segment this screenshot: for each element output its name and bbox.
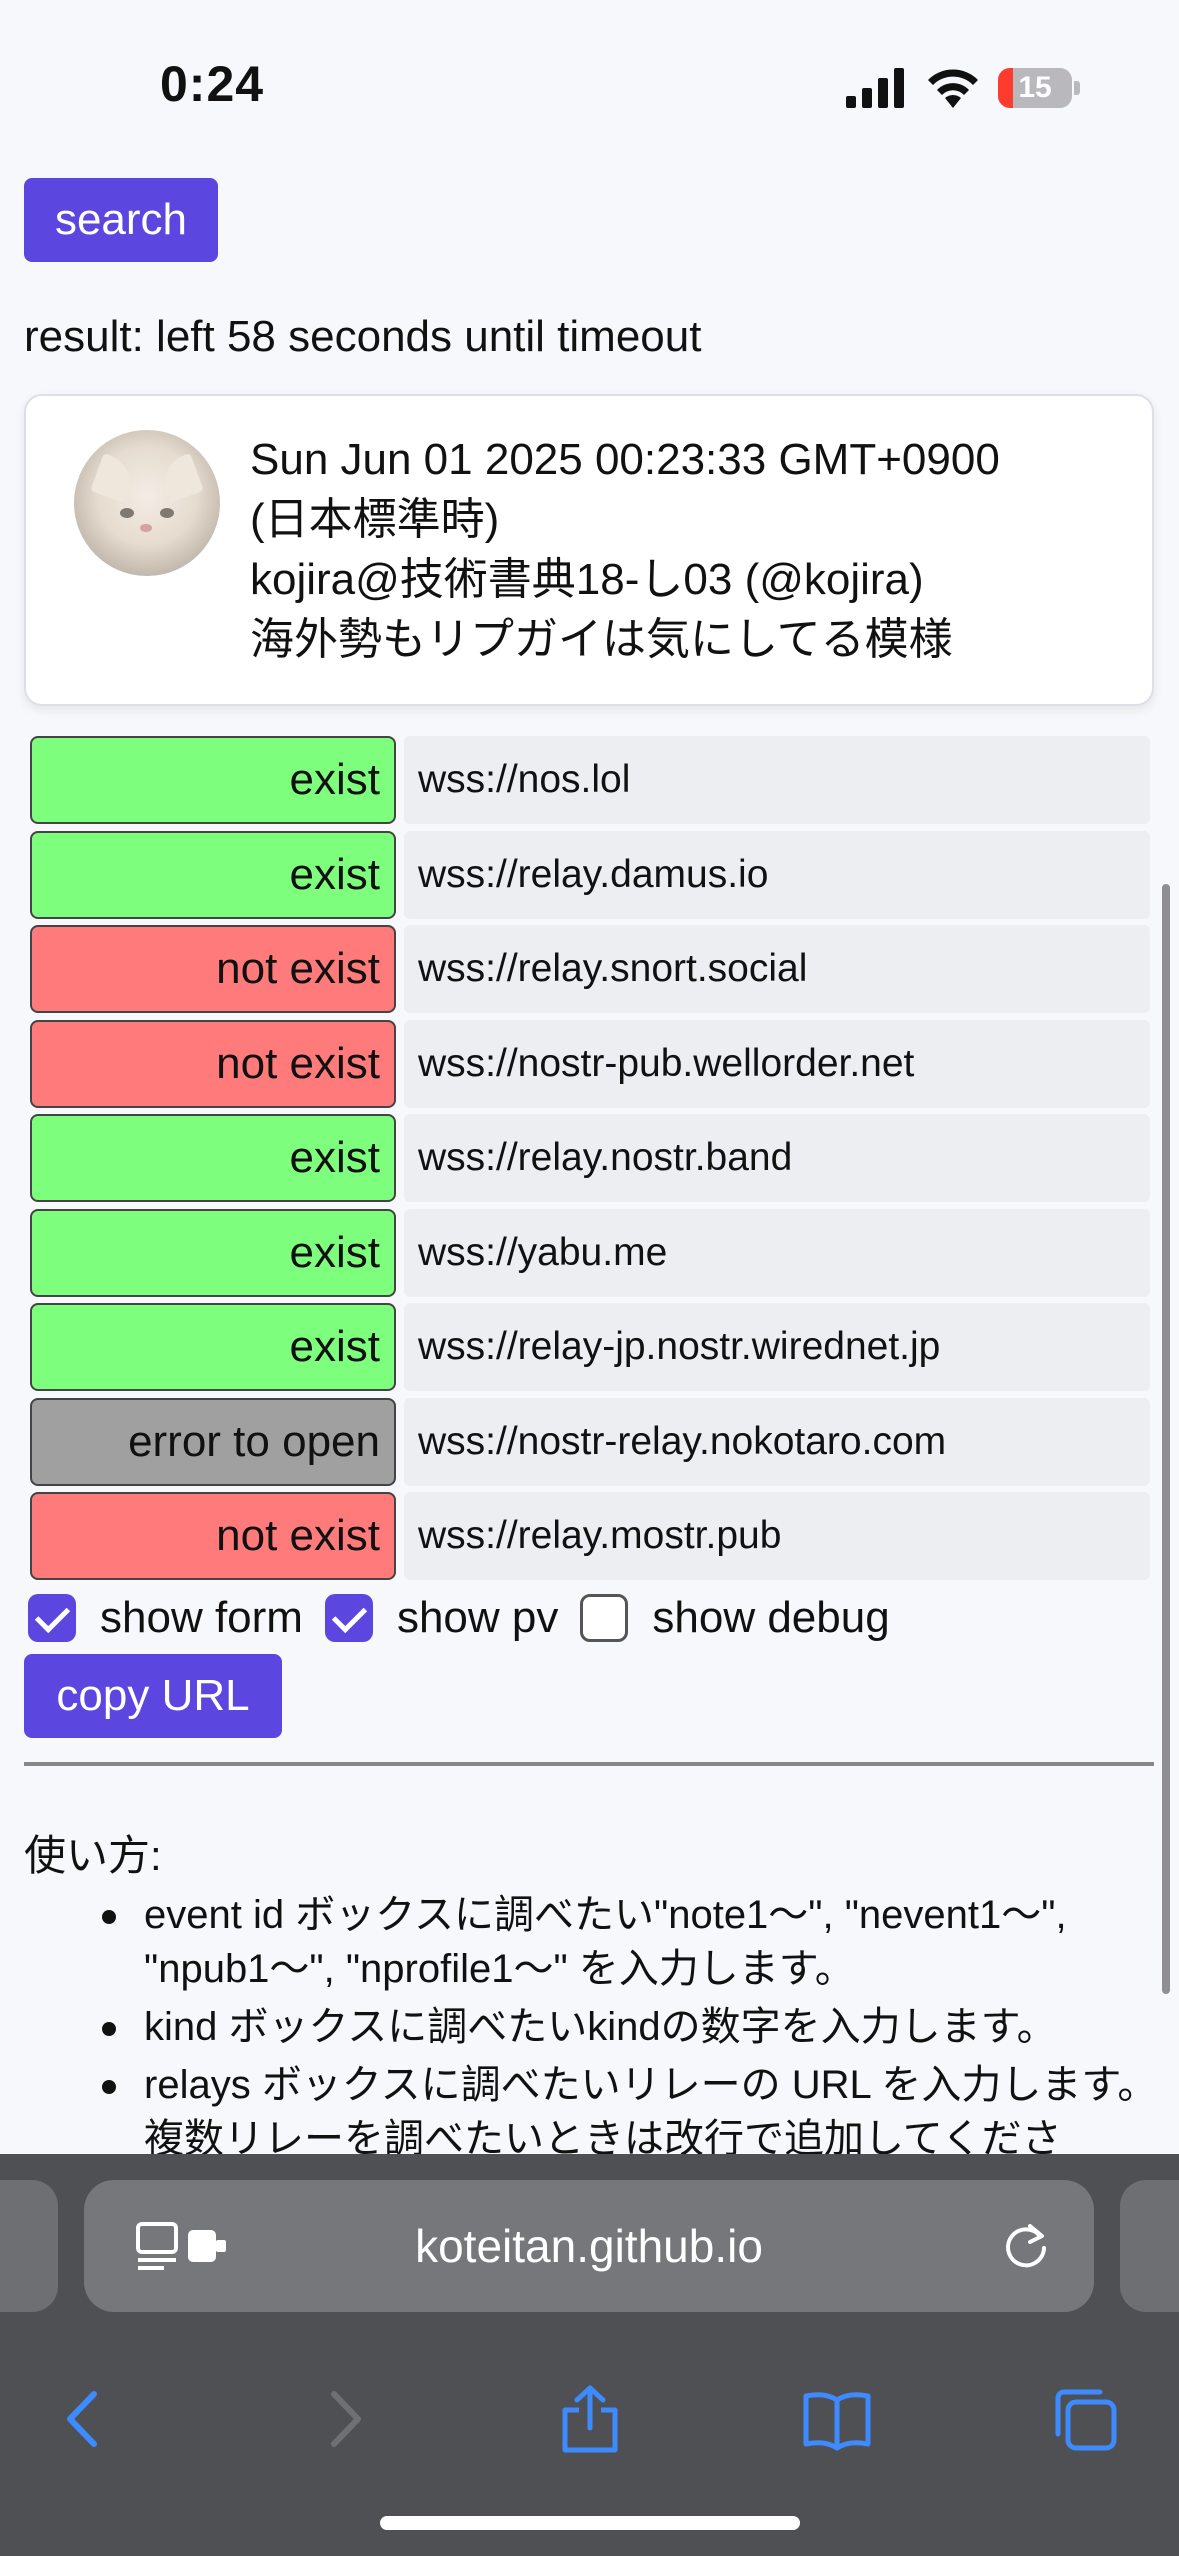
wifi-icon (928, 69, 978, 108)
relay-row: exist wss://nos.lol (28, 736, 1152, 824)
search-button[interactable]: search (24, 178, 218, 262)
status-bar: 0:24 15 (0, 0, 1179, 170)
clock: 0:24 (160, 56, 265, 112)
back-icon[interactable] (50, 2384, 120, 2454)
relay-row: not exist wss://relay.snort.social (28, 925, 1152, 1013)
howto-list: event id ボックスに調べたい"note1～", "nevent1～", … (24, 1888, 1164, 2170)
browser-toolbar: koteitan.github.io (0, 2154, 1179, 2556)
forward-icon[interactable] (308, 2384, 378, 2454)
relay-status-cell: not exist (30, 1492, 396, 1580)
relay-url-cell: wss://yabu.me (404, 1208, 1150, 1297)
relay-url-cell: wss://nostr-relay.nokotaro.com (404, 1397, 1150, 1486)
relay-url-cell: wss://relay.mostr.pub (404, 1492, 1150, 1580)
url-text: koteitan.github.io (415, 2220, 763, 2272)
bullet-icon (102, 2080, 116, 2094)
checkbox-label[interactable]: show pv (397, 1593, 558, 1643)
avatar[interactable] (74, 430, 220, 576)
howto-item-text: kind ボックスに調べたいkindの数字を入力します。 (144, 2005, 1057, 2049)
next-tab-preview[interactable] (1120, 2180, 1179, 2312)
howto-item: relays ボックスに調べたいリレーの URL を入力します。複数リレーを調べ… (24, 2058, 1164, 2166)
options-row: show form show pv show debug (28, 1588, 912, 1648)
relay-status-cell: not exist (30, 1019, 396, 1108)
relay-status-cell: error to open (30, 1397, 396, 1486)
copy-url-button[interactable]: copy URL (24, 1654, 282, 1738)
relay-url-cell: wss://nos.lol (404, 736, 1150, 824)
home-indicator (380, 2516, 800, 2530)
howto-item: event id ボックスに調べたい"note1～", "nevent1～", … (24, 1888, 1164, 1996)
relay-row: exist wss://relay-jp.nostr.wirednet.jp (28, 1303, 1152, 1391)
relay-status-cell: exist (30, 736, 396, 824)
relay-row: exist wss://relay.damus.io (28, 830, 1152, 919)
divider (24, 1762, 1154, 1766)
battery-percent: 15 (1018, 71, 1052, 104)
event-content: 海外勢もリプガイは気にしてる模様 (250, 615, 953, 664)
tabs-icon[interactable] (1050, 2384, 1120, 2454)
relay-url-cell: wss://relay.nostr.band (404, 1114, 1150, 1202)
event-timezone: (日本標準時) (250, 495, 500, 544)
bullet-icon (102, 1910, 116, 1924)
event-card[interactable]: Sun Jun 01 2025 00:23:33 GMT+0900 (日本標準時… (24, 394, 1154, 706)
relay-status-cell: not exist (30, 925, 396, 1013)
previous-tab-preview[interactable] (0, 2180, 58, 2312)
event-author: kojira@技術書典18-し03 (@kojira) (250, 555, 924, 604)
relay-url-cell: wss://relay.damus.io (404, 830, 1150, 919)
checkbox-show-form[interactable] (28, 1594, 76, 1642)
howto-item: kind ボックスに調べたいkindの数字を入力します。 (24, 2000, 1164, 2054)
relay-status-cell: exist (30, 1303, 396, 1391)
relay-row: error to open wss://nostr-relay.nokotaro.… (28, 1397, 1152, 1486)
relay-status-cell: exist (30, 830, 396, 919)
share-icon[interactable] (555, 2384, 625, 2454)
checkbox-show-debug[interactable] (580, 1594, 629, 1642)
howto-item-text: event id ボックスに調べたい"note1～", "nevent1～", … (144, 1893, 1067, 1991)
relay-status-cell: exist (30, 1208, 396, 1297)
relay-url-cell: wss://nostr-pub.wellorder.net (404, 1019, 1150, 1108)
relay-row: not exist wss://relay.mostr.pub (28, 1492, 1152, 1580)
relay-url-cell: wss://relay-jp.nostr.wirednet.jp (404, 1303, 1150, 1391)
relay-status-cell: exist (30, 1114, 396, 1202)
checkbox-label[interactable]: show form (100, 1593, 303, 1643)
page-scrollbar[interactable] (1162, 884, 1170, 1994)
bookmarks-icon[interactable] (802, 2384, 872, 2454)
reload-icon[interactable] (1000, 2220, 1052, 2272)
relay-row: exist wss://yabu.me (28, 1208, 1152, 1297)
event-date: Sun Jun 01 2025 00:23:33 GMT+0900 (250, 435, 1000, 484)
relay-row: exist wss://relay.nostr.band (28, 1114, 1152, 1202)
event-card-text: Sun Jun 01 2025 00:23:33 GMT+0900 (日本標準時… (250, 430, 1130, 670)
battery-icon: 15 (998, 68, 1080, 108)
howto-title: 使い方: (24, 1832, 162, 1879)
result-status-text: result: left 58 seconds until timeout (24, 312, 702, 361)
howto-item-text: relays ボックスに調べたいリレーの URL を入力します。複数リレーを調べ… (144, 2063, 1158, 2161)
relay-row: not exist wss://nostr-pub.wellorder.net (28, 1019, 1152, 1108)
bullet-icon (102, 2022, 116, 2036)
checkbox-show-pv[interactable] (324, 1594, 373, 1642)
relay-url-cell: wss://relay.snort.social (404, 925, 1150, 1013)
checkbox-label[interactable]: show debug (652, 1593, 889, 1643)
address-bar[interactable]: koteitan.github.io (84, 2180, 1094, 2312)
cellular-signal-icon (846, 68, 904, 108)
